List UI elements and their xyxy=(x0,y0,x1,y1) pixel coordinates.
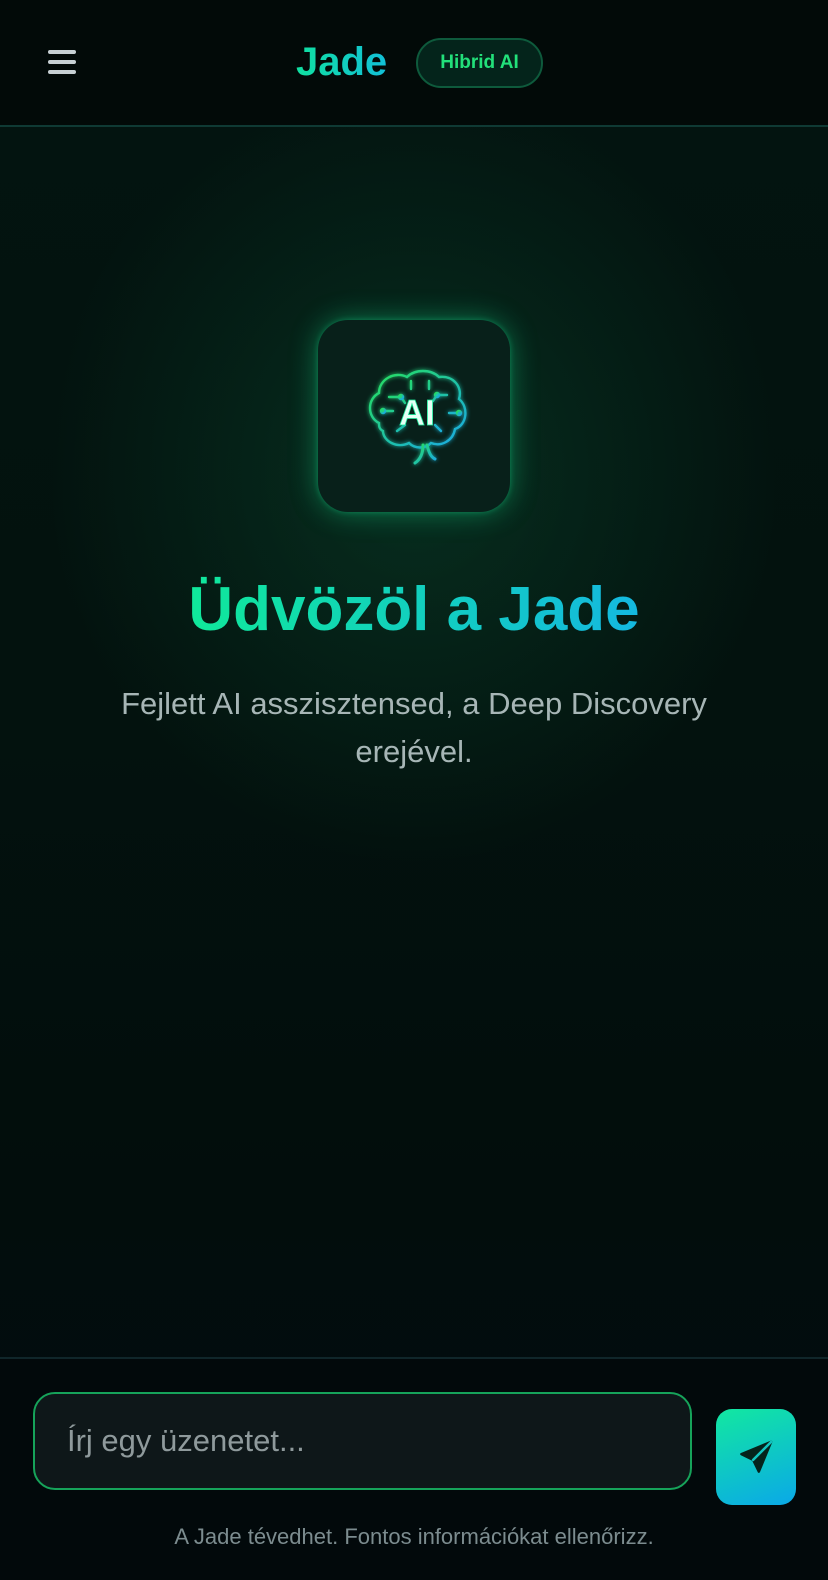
composer-bar: Írj egy üzenetet... A Jade tévedhet. Fon… xyxy=(0,1357,828,1580)
app-logo: AI xyxy=(318,320,510,512)
menu-icon-line xyxy=(48,70,76,74)
menu-icon-line xyxy=(48,50,76,54)
disclaimer-text: A Jade tévedhet. Fontos információkat el… xyxy=(174,1524,654,1549)
message-input[interactable]: Írj egy üzenetet... xyxy=(33,1392,692,1490)
send-button[interactable] xyxy=(716,1409,796,1505)
top-bar: Jade Hibrid AI xyxy=(0,0,828,127)
menu-button[interactable] xyxy=(44,46,80,78)
welcome-text: Üdvözöl a Jade xyxy=(188,575,640,644)
logo-label: AI xyxy=(399,392,435,433)
mode-badge[interactable]: Hibrid AI xyxy=(416,38,543,88)
menu-icon-line xyxy=(48,60,76,64)
send-icon xyxy=(740,1440,773,1473)
brain-icon: AI xyxy=(368,369,467,465)
brand-title: Jade xyxy=(296,36,387,88)
welcome-heading: Üdvözöl a Jade xyxy=(0,570,828,650)
welcome-subtitle: Fejlett AI asszisztensed, a Deep Discove… xyxy=(121,686,707,769)
app-root: Jade Hibrid AI AI Üdvözöl a Jade Fejlett… xyxy=(0,0,828,1580)
